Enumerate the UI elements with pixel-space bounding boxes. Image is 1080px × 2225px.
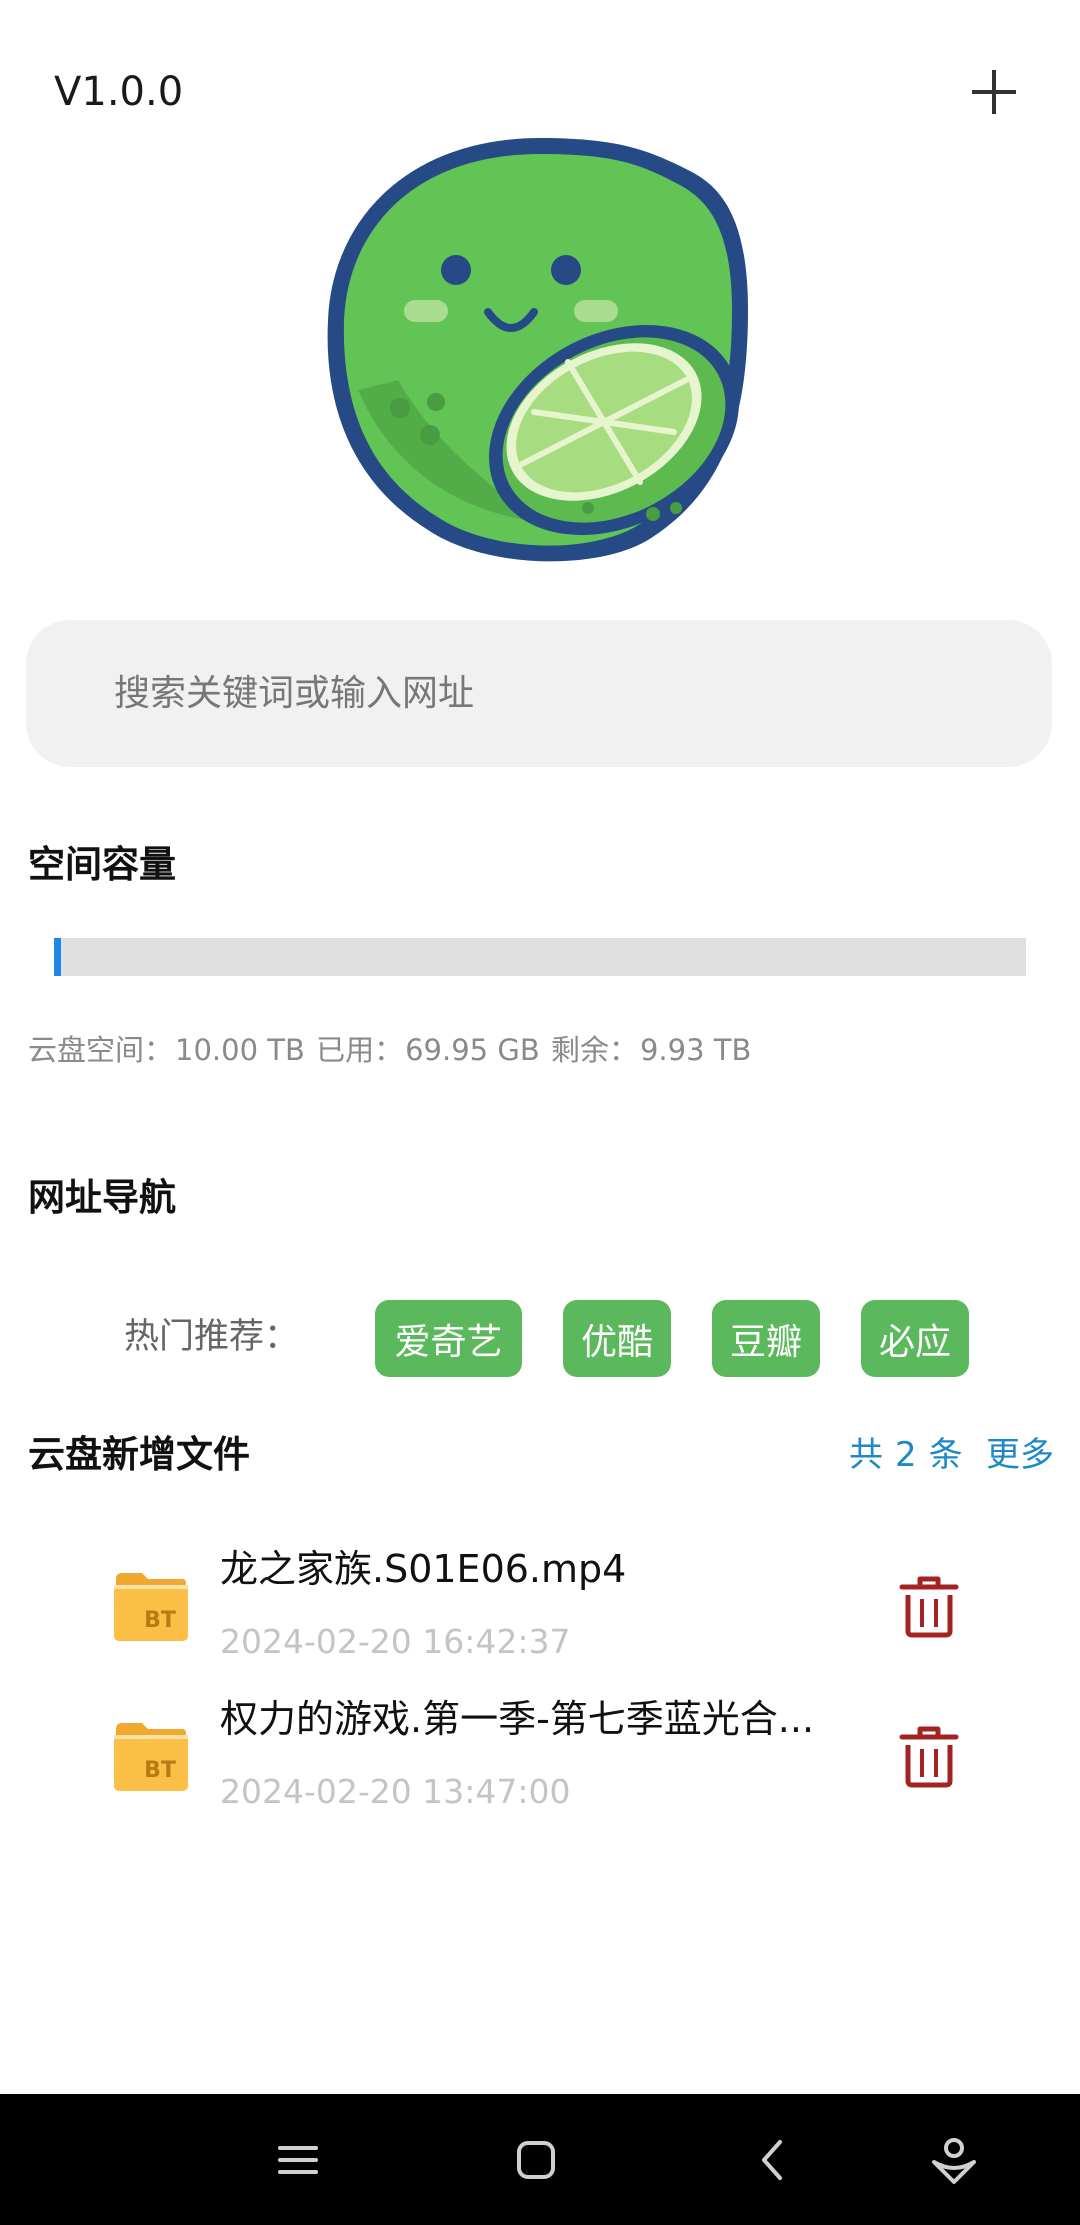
file-list-item[interactable]: BT 龙之家族.S01E06.mp4 2024-02-20 16:42:37 [0,1535,1080,1675]
storage-progress-fill [54,938,61,976]
search-input[interactable] [114,620,1014,767]
home-icon[interactable] [506,2130,566,2190]
app-screen: V1.0.0 搜索关键词或输入网址 空间容量 云盘空间：10.00 TB 已用：… [0,0,1080,2225]
file-date: 2024-02-20 16:42:37 [220,1622,571,1661]
plus-icon [972,70,1016,114]
storage-progress-bar [54,938,1026,976]
nav-chip-bing[interactable]: 必应 [861,1300,969,1377]
nav-chip-douban[interactable]: 豆瓣 [712,1300,820,1377]
file-list-item[interactable]: BT 权力的游戏.第一季-第七季蓝光合... 2024-02-20 13:47:… [0,1685,1080,1825]
file-count-suffix: 条 [928,1435,963,1475]
svg-text:BT: BT [144,1758,176,1783]
search-bar[interactable] [26,620,1052,767]
nav-chip-iqiyi[interactable]: 爱奇艺 [375,1300,522,1377]
storage-used-label: 已用： [316,1033,404,1067]
lime-mascot-logo [327,138,748,562]
storage-used-value: 69.95 GB [405,1033,540,1067]
app-version: V1.0.0 [54,69,184,115]
more-files-link[interactable]: 更多 [986,1432,1054,1478]
file-date: 2024-02-20 13:47:00 [220,1772,571,1811]
back-icon[interactable] [744,2130,804,2190]
storage-info: 云盘空间：10.00 TB 已用：69.95 GB 剩余：9.93 TB [28,1030,753,1070]
trash-icon[interactable] [896,1723,962,1789]
trash-icon[interactable] [896,1573,962,1639]
bt-folder-icon: BT [114,1723,188,1791]
new-files-section-title: 云盘新增文件 [28,1433,250,1476]
file-name: 龙之家族.S01E06.mp4 [220,1547,627,1591]
storage-remaining-value: 9.93 TB [639,1033,752,1067]
assistant-icon[interactable] [924,2130,984,2190]
url-nav-section-title: 网址导航 [28,1176,176,1219]
storage-section-title: 空间容量 [28,843,176,886]
file-name: 权力的游戏.第一季-第七季蓝光合... [220,1697,815,1741]
svg-text:BT: BT [144,1608,176,1633]
hot-recommend-label: 热门推荐： [124,1317,300,1357]
storage-remaining-label: 剩余： [550,1033,638,1067]
menu-icon[interactable] [268,2130,328,2190]
file-count-prefix: 共 [849,1435,883,1475]
bt-folder-icon: BT [114,1573,188,1641]
file-count: 共2条 [849,1432,963,1478]
system-nav-bar [0,2094,1080,2225]
add-button[interactable] [964,62,1024,122]
storage-total-label: 云盘空间： [28,1033,174,1067]
file-count-number: 2 [895,1435,917,1475]
storage-total-value: 10.00 TB [175,1033,305,1067]
nav-chip-youku[interactable]: 优酷 [563,1300,671,1377]
